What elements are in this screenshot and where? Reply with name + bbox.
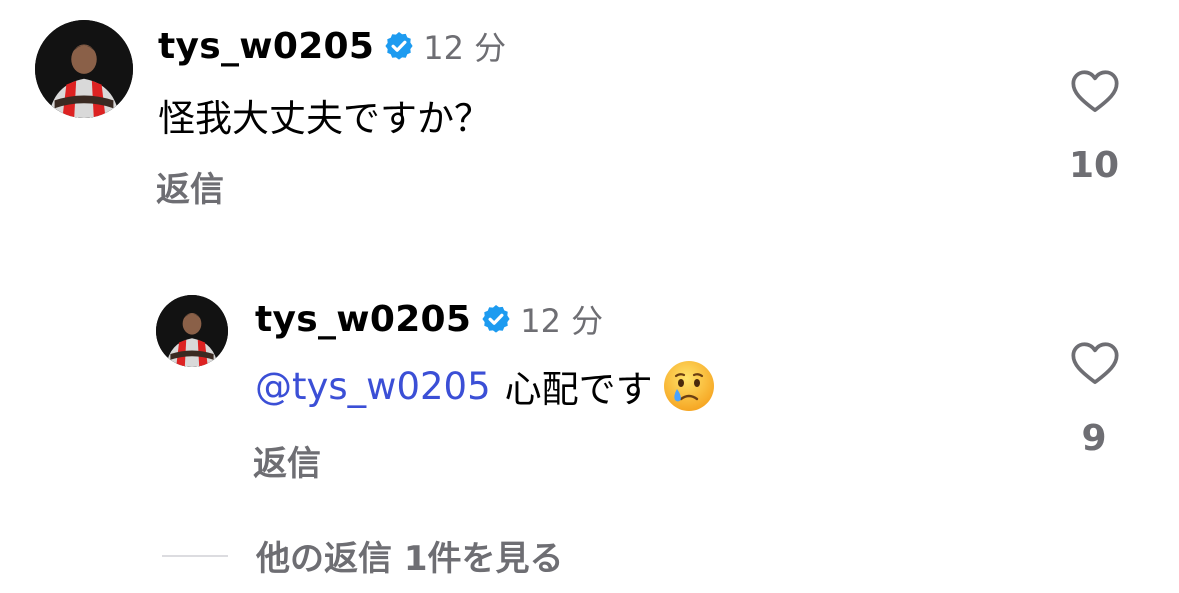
comment-text: 怪我大丈夫ですか？ bbox=[158, 97, 491, 140]
comment-header: tys_w0205 12 分 bbox=[255, 293, 603, 345]
username[interactable]: tys_w0205 bbox=[158, 26, 374, 67]
timestamp: 12 分 bbox=[520, 302, 604, 340]
like-button[interactable] bbox=[1070, 340, 1120, 386]
avatar-image bbox=[156, 295, 228, 367]
verified-badge-icon bbox=[383, 30, 415, 62]
username[interactable]: tys_w0205 bbox=[255, 299, 471, 340]
like-count: 9 bbox=[1081, 418, 1107, 459]
verified-badge-icon bbox=[480, 303, 512, 335]
timestamp: 12 分 bbox=[423, 29, 507, 67]
heart-outline-icon bbox=[1071, 70, 1119, 113]
heart-outline-icon bbox=[1071, 342, 1119, 385]
avatar-image bbox=[35, 20, 133, 118]
avatar[interactable] bbox=[156, 295, 228, 367]
comment-header: tys_w0205 12 分 bbox=[158, 20, 506, 72]
comment-thread: tys_w0205 12 分 怪我大丈夫ですか？ 返信 10 tys_w0205 bbox=[0, 0, 1179, 593]
crying-face-icon bbox=[661, 358, 717, 414]
comment-body: 心配です bbox=[504, 368, 653, 411]
like-button[interactable] bbox=[1070, 68, 1120, 114]
view-more-replies-button[interactable]: 他の返信 1件を見る bbox=[256, 531, 564, 580]
reply-button[interactable]: 返信 bbox=[253, 436, 321, 485]
reply-button[interactable]: 返信 bbox=[156, 162, 224, 211]
comment-text: @tys_w0205 心配です bbox=[255, 358, 717, 414]
divider-line bbox=[162, 555, 228, 557]
like-count: 10 bbox=[1068, 145, 1120, 186]
mention-link[interactable]: @tys_w0205 bbox=[255, 365, 491, 408]
avatar[interactable] bbox=[35, 20, 133, 118]
